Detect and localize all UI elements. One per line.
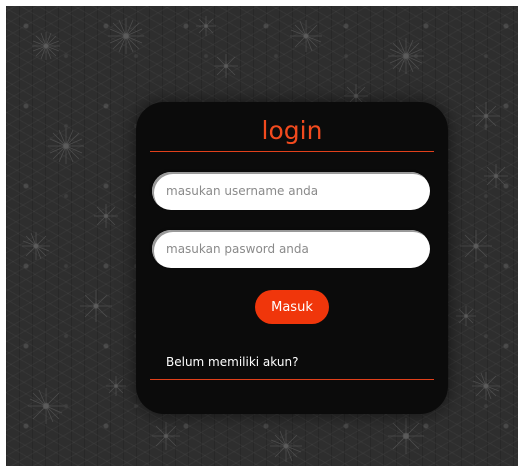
login-card: login Masuk Belum memiliki akun? [136,102,448,414]
footer-divider [150,379,434,380]
submit-button[interactable]: Masuk [255,290,329,324]
signup-link[interactable]: Belum memiliki akun? [166,355,298,369]
title-divider [150,151,434,152]
login-title: login [261,116,323,145]
password-input[interactable] [152,230,430,268]
page-background: login Masuk Belum memiliki akun? [6,6,518,466]
username-input[interactable] [152,172,430,210]
